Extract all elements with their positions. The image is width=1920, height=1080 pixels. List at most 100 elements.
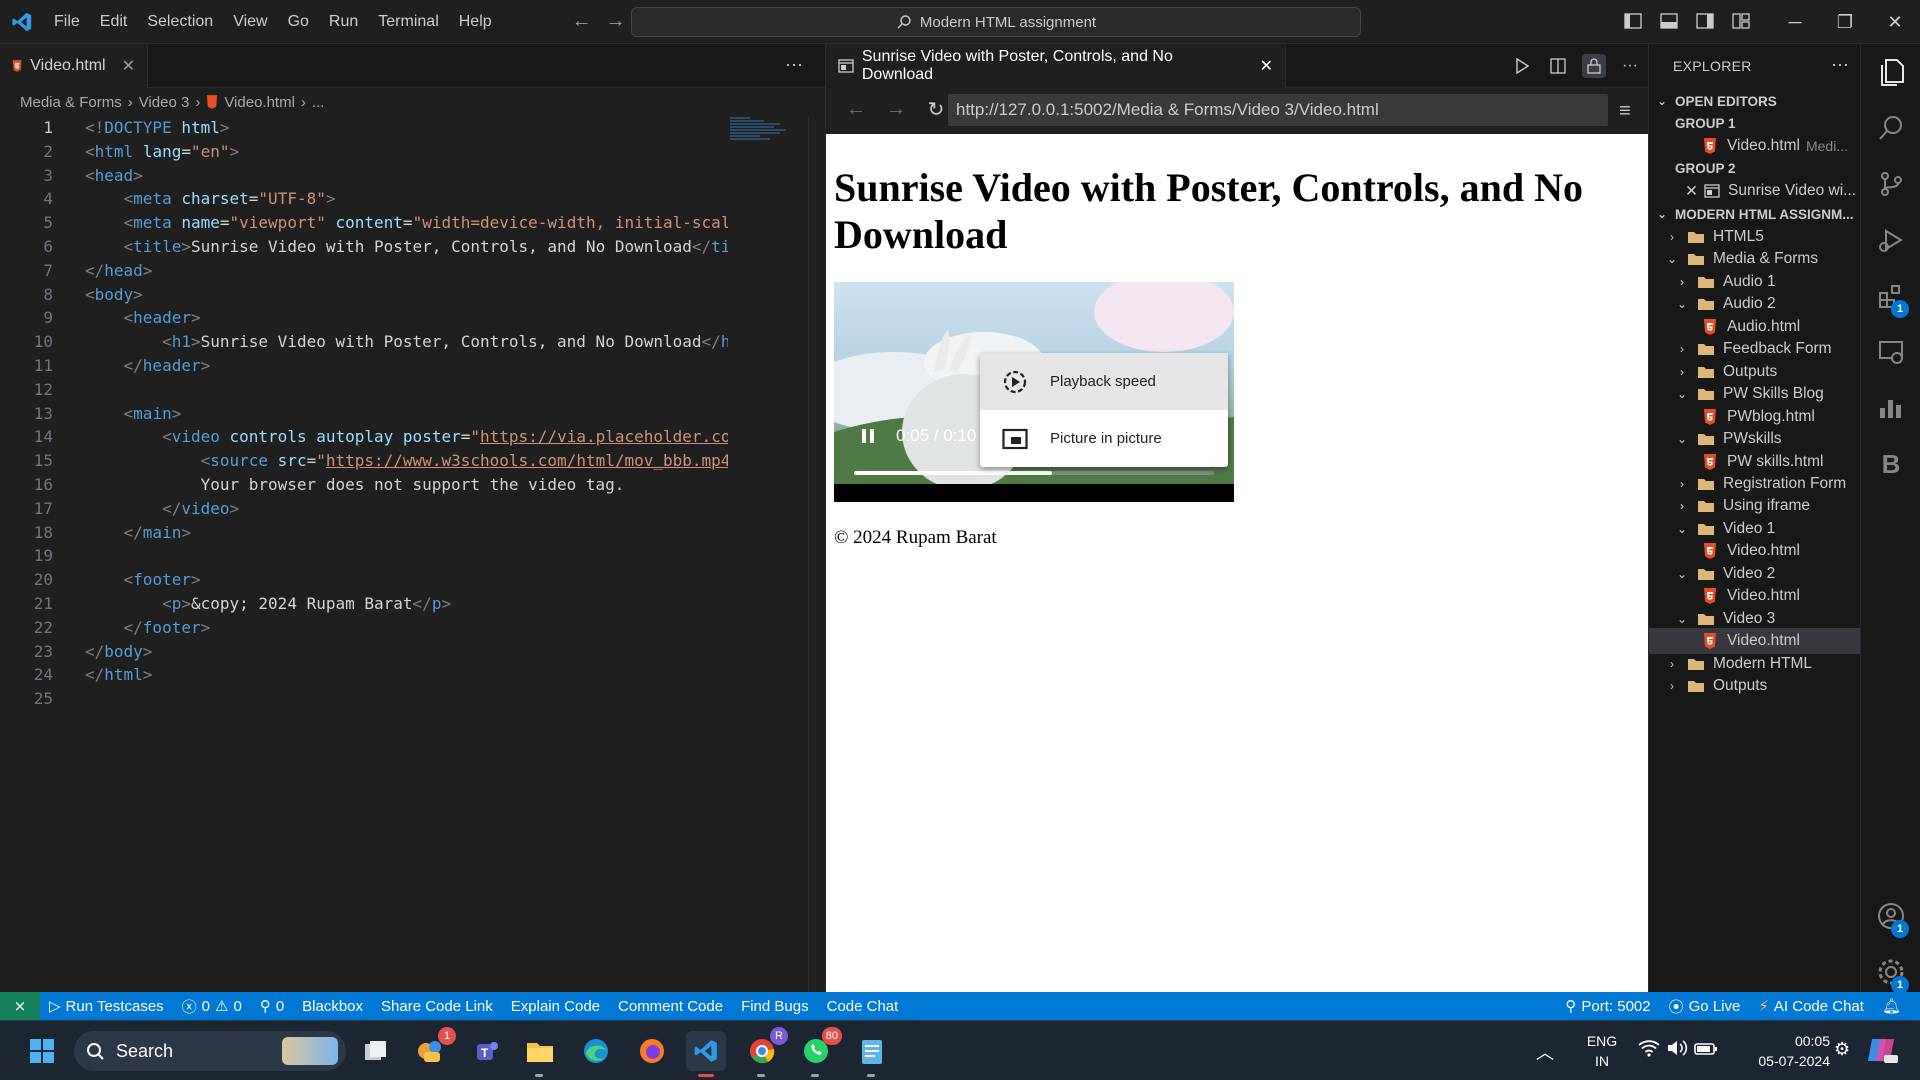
code-line[interactable]: 23 </body> [0,640,728,664]
breadcrumb-folder-video3[interactable]: Video 3 [139,94,190,111]
preview-forward-icon[interactable]: → [876,98,916,121]
customize-layout-icon[interactable] [1730,10,1752,32]
code-line[interactable]: 18 </main> [0,521,728,545]
preview-back-icon[interactable]: ← [836,98,876,121]
chevron-up-icon[interactable]: ︿ [1536,1039,1554,1065]
menu-help[interactable]: Help [449,0,502,44]
copilot-icon[interactable] [1866,1035,1898,1065]
menu-go[interactable]: Go [278,0,319,44]
code-line[interactable]: 21 <p>&copy; 2024 Rupam Barat</p> [0,592,728,616]
pause-icon[interactable] [848,416,888,456]
go-live-button[interactable]: ⦿ Go Live [1660,996,1750,1017]
menu-view[interactable]: View [223,0,277,44]
whatsapp-icon[interactable]: 80 [796,1027,842,1077]
taskbar-search[interactable]: Search [74,1031,346,1071]
picture-in-picture-item[interactable]: Picture in picture [980,410,1228,467]
code-line[interactable]: 24 </html> [0,663,728,687]
explorer-icon[interactable] [1861,44,1920,100]
edge-icon[interactable] [576,1031,616,1071]
notification-settings-icon[interactable]: ⚙ [1834,1039,1850,1060]
ai-code-chat-button[interactable]: ⚡ AI Code Chat [1749,997,1873,1016]
code-line[interactable]: 10 <h1>Sunrise Video with Poster, Contro… [0,330,728,354]
language-indicator[interactable]: ENG IN [1580,1031,1624,1071]
bito-icon[interactable]: B [1861,436,1920,492]
restore-icon[interactable]: ❐ [1820,0,1870,44]
code-line[interactable]: 14 <video controls autoplay poster="http… [0,425,728,449]
code-line[interactable]: 11 </header> [0,354,728,378]
menu-edit[interactable]: Edit [90,0,138,44]
close-window-icon[interactable]: ✕ [1870,0,1920,44]
notifications-bell-icon[interactable]: 🔔︎ [1873,997,1910,1015]
lock-icon[interactable] [1582,54,1606,78]
code-line[interactable]: 13 <main> [0,402,728,426]
preview-menu-icon[interactable]: ≡ [1619,100,1631,123]
code-line[interactable]: 20 <footer> [0,568,728,592]
tab-video-html[interactable]: Video.html ✕ [0,43,148,88]
extensions-icon[interactable]: 1 [1861,268,1920,324]
more-actions-icon[interactable]: ··· [785,54,803,75]
video-progress-bar[interactable] [854,471,1214,475]
code-line[interactable]: 2 <html lang="en"> [0,140,728,164]
split-editor-icon[interactable] [1546,54,1570,78]
code-line[interactable]: 3 <head> [0,164,728,188]
code-line[interactable]: 7 </head> [0,259,728,283]
preview-url-input[interactable]: http://127.0.0.1:5002/Media & Forms/Vide… [948,94,1608,126]
code-line[interactable]: 19 [0,544,728,568]
chrome-icon[interactable]: R [742,1027,788,1077]
breadcrumb-file[interactable]: Video.html [224,94,295,111]
code-line[interactable]: 9 <header> [0,306,728,330]
chart-icon[interactable] [1861,380,1920,436]
tasks-app-icon[interactable]: 1 [410,1027,456,1071]
firefox-icon[interactable] [632,1031,672,1071]
code-line[interactable]: 8 <body> [0,283,728,307]
code-line[interactable]: 12 [0,378,728,402]
remote-indicator-icon[interactable]: ⨯ [0,992,40,1020]
toggle-secondary-sidebar-icon[interactable] [1694,10,1716,32]
menu-file[interactable]: File [44,0,90,44]
more-actions-icon[interactable]: ··· [1618,54,1642,78]
notepad-icon[interactable] [852,1031,892,1077]
remote-explorer-icon[interactable] [1861,324,1920,380]
ports-indicator[interactable]: ⚲ 0 [251,997,293,1016]
run-testcases-button[interactable]: ▷ Run Testcases [40,997,173,1016]
vscode-logo-icon[interactable] [0,0,44,44]
editor-scrollbar[interactable] [808,116,822,992]
code-line[interactable]: 22 </footer> [0,616,728,640]
blackbox-button[interactable]: Blackbox [293,998,372,1015]
code-line[interactable]: 5 <meta name="viewport" content="width=d… [0,211,728,235]
share-code-link-button[interactable]: Share Code Link [372,998,502,1015]
close-tab-icon[interactable]: ✕ [122,56,135,76]
port-indicator[interactable]: ⚲ Port: 5002 [1556,997,1659,1016]
tab-live-preview[interactable]: Sunrise Video with Poster, Controls, and… [826,43,1286,88]
explain-code-button[interactable]: Explain Code [502,998,609,1015]
clock[interactable]: 00:05 05-07-2024 [1758,1031,1830,1071]
code-chat-button[interactable]: Code Chat [818,998,908,1015]
code-line[interactable]: 16 Your browser does not support the vid… [0,473,728,497]
code-line[interactable]: 1 <!DOCTYPE html> [0,116,728,140]
breadcrumb-folder-media[interactable]: Media & Forms [20,94,122,111]
tree-folder[interactable]: › Outputs [1649,673,1861,699]
problems-indicator[interactable]: ⓧ 0 ⚠ 0 [173,996,251,1017]
video-player[interactable]: 0:05 / 0:10 Playback speed Picture in pi… [834,282,1234,502]
close-tab-icon[interactable]: ✕ [1260,56,1273,76]
teams-icon[interactable]: T [466,1031,506,1071]
windows-start-icon[interactable] [22,1031,62,1071]
minimize-icon[interactable]: ─ [1770,0,1820,44]
toggle-panel-icon[interactable] [1658,10,1680,32]
code-line[interactable]: 6 <title>Sunrise Video with Poster, Cont… [0,235,728,259]
find-bugs-button[interactable]: Find Bugs [732,998,818,1015]
file-explorer-icon[interactable] [520,1031,560,1077]
minimap[interactable] [730,116,808,216]
close-editor-icon[interactable]: ✕ [1685,182,1698,201]
code-area[interactable]: 1 <!DOCTYPE html> 2 <html lang="en"> 3 <head>… [0,116,728,992]
volume-icon[interactable] [1666,1039,1688,1057]
forward-arrow-icon[interactable]: → [606,10,626,33]
menu-selection[interactable]: Selection [137,0,223,44]
breadcrumb-symbol[interactable]: ... [312,94,325,111]
code-line[interactable]: 17 </video> [0,497,728,521]
vscode-taskbar-icon[interactable] [686,1031,726,1077]
source-control-icon[interactable] [1861,156,1920,212]
run-icon[interactable] [1510,54,1534,78]
code-line[interactable]: 4 <meta charset="UTF-8"> [0,187,728,211]
comment-code-button[interactable]: Comment Code [609,998,732,1015]
